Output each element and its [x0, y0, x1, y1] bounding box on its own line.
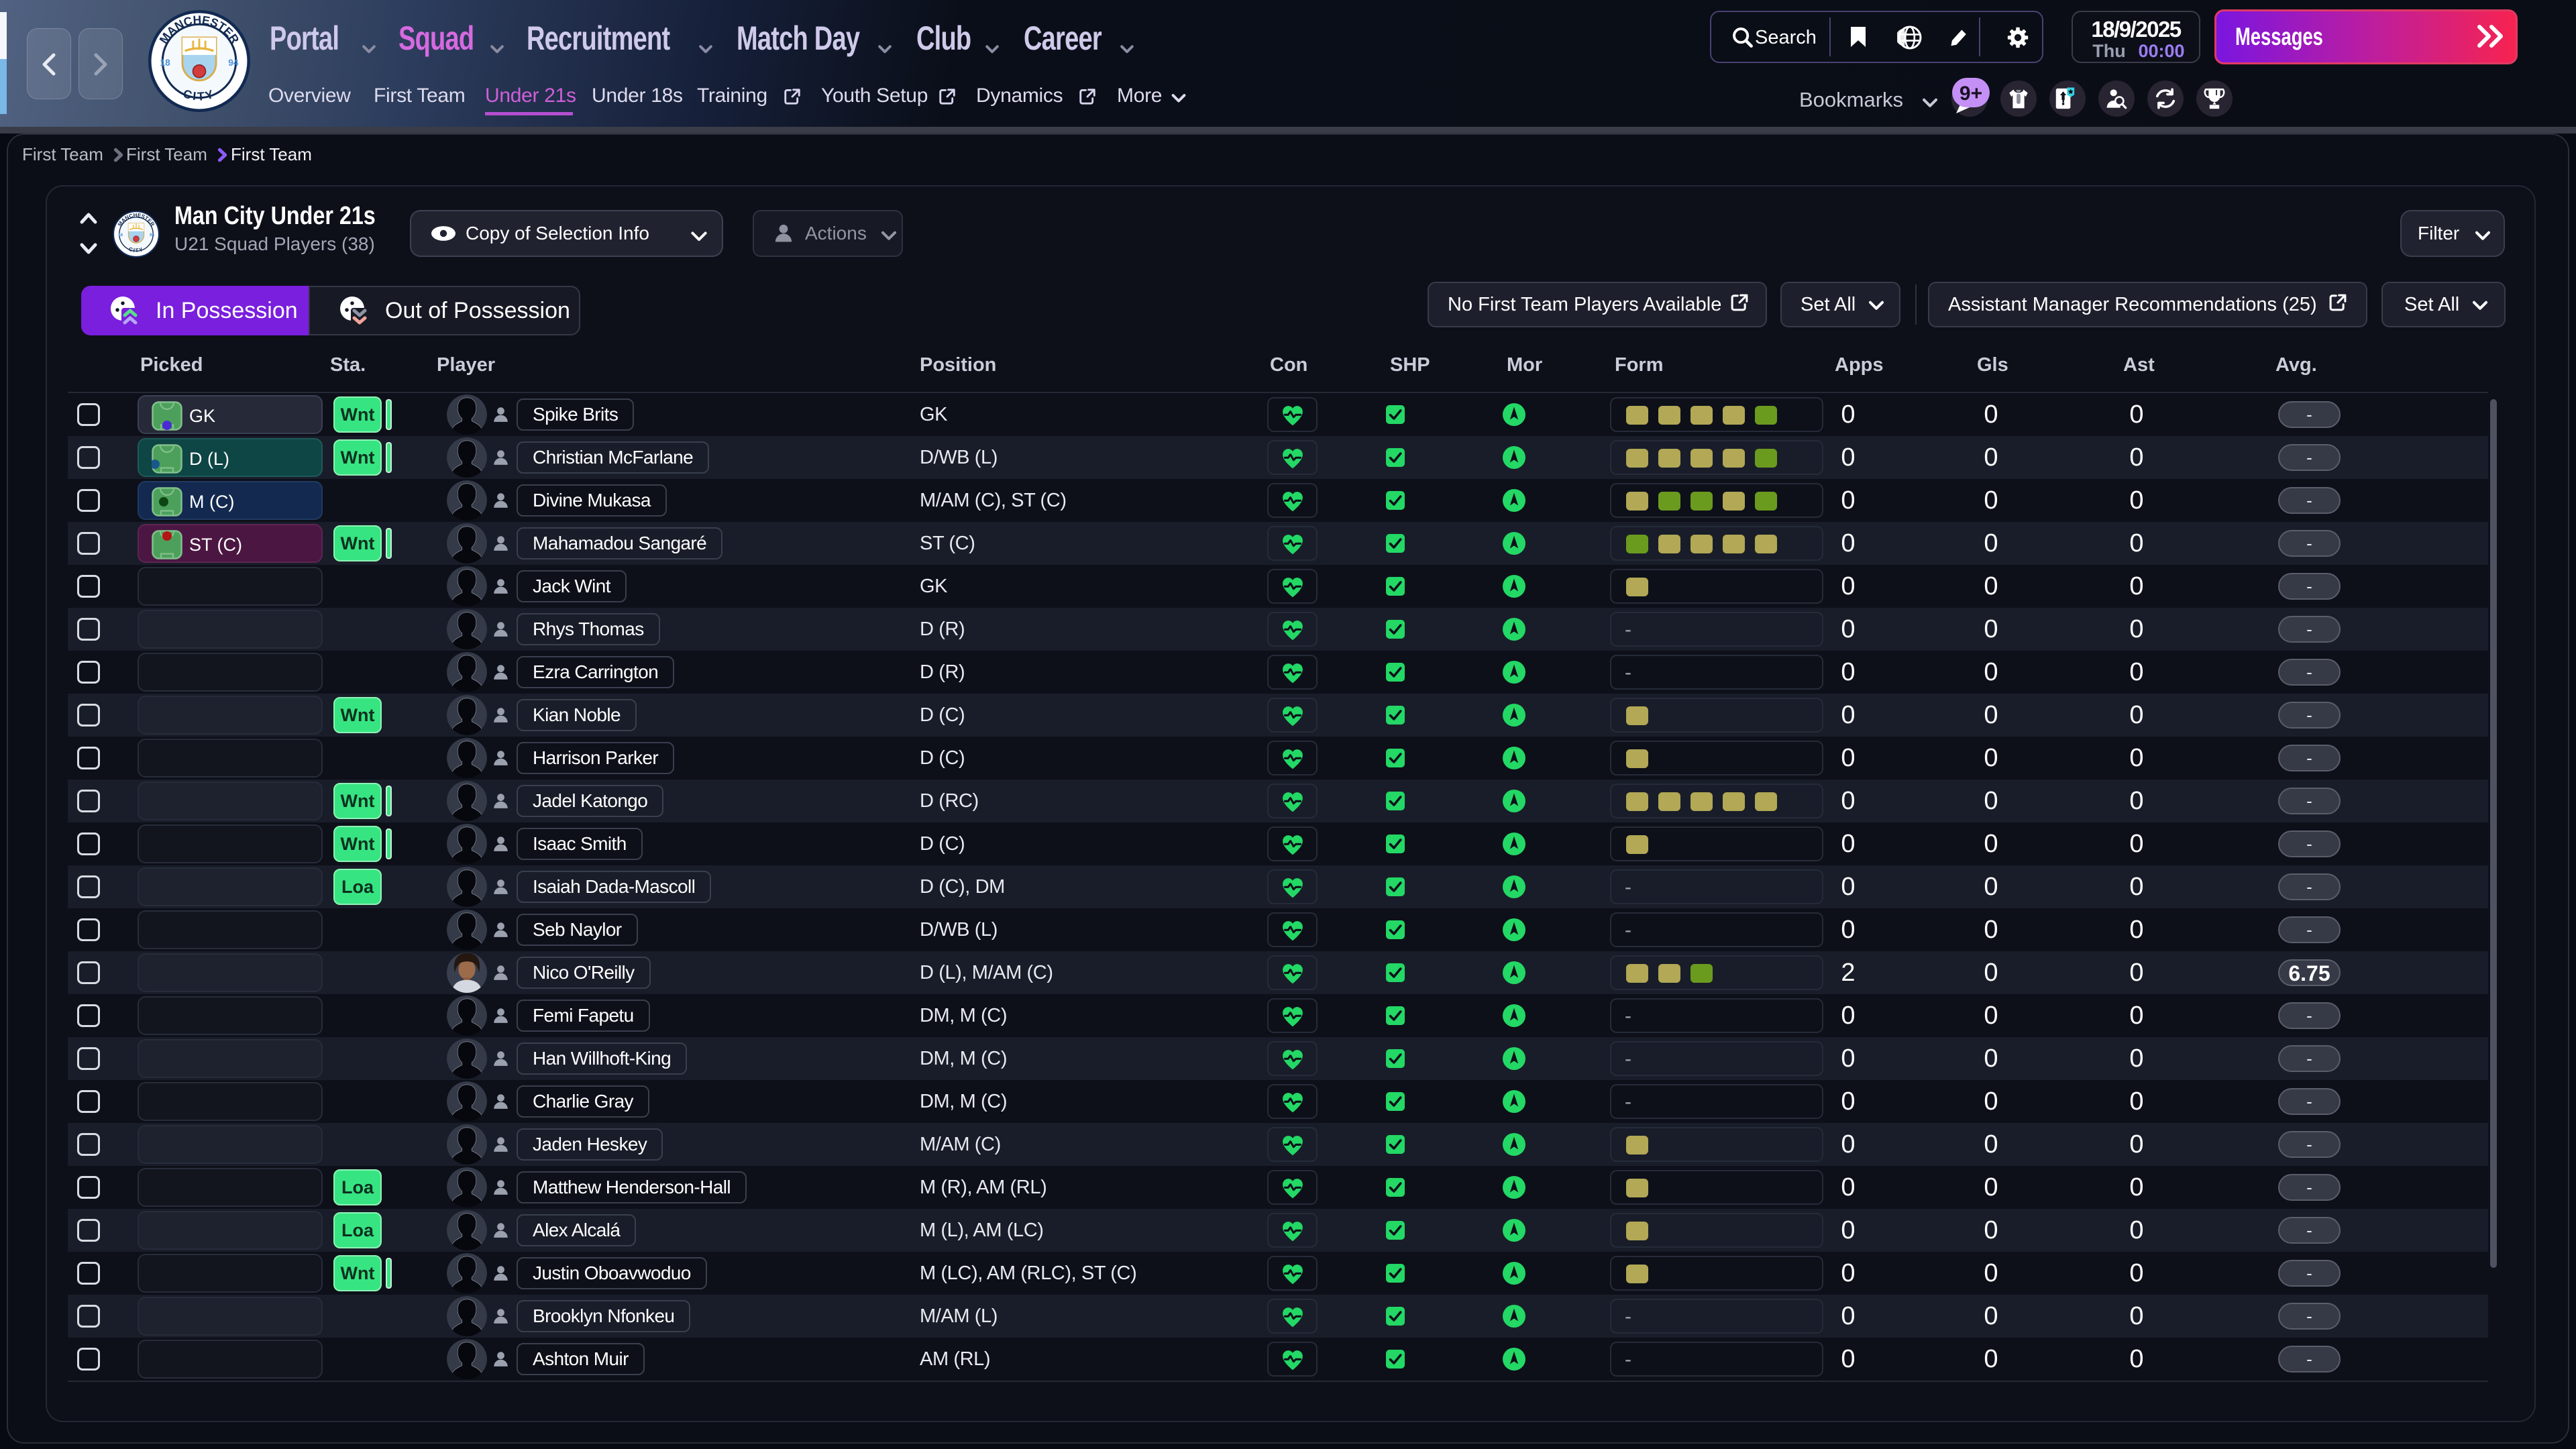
svg-text:18: 18: [160, 58, 170, 68]
svg-text:94: 94: [228, 58, 239, 68]
svg-text:94: 94: [150, 233, 155, 237]
svg-text:9+: 9+: [1960, 83, 1982, 105]
svg-text:18: 18: [118, 233, 123, 237]
